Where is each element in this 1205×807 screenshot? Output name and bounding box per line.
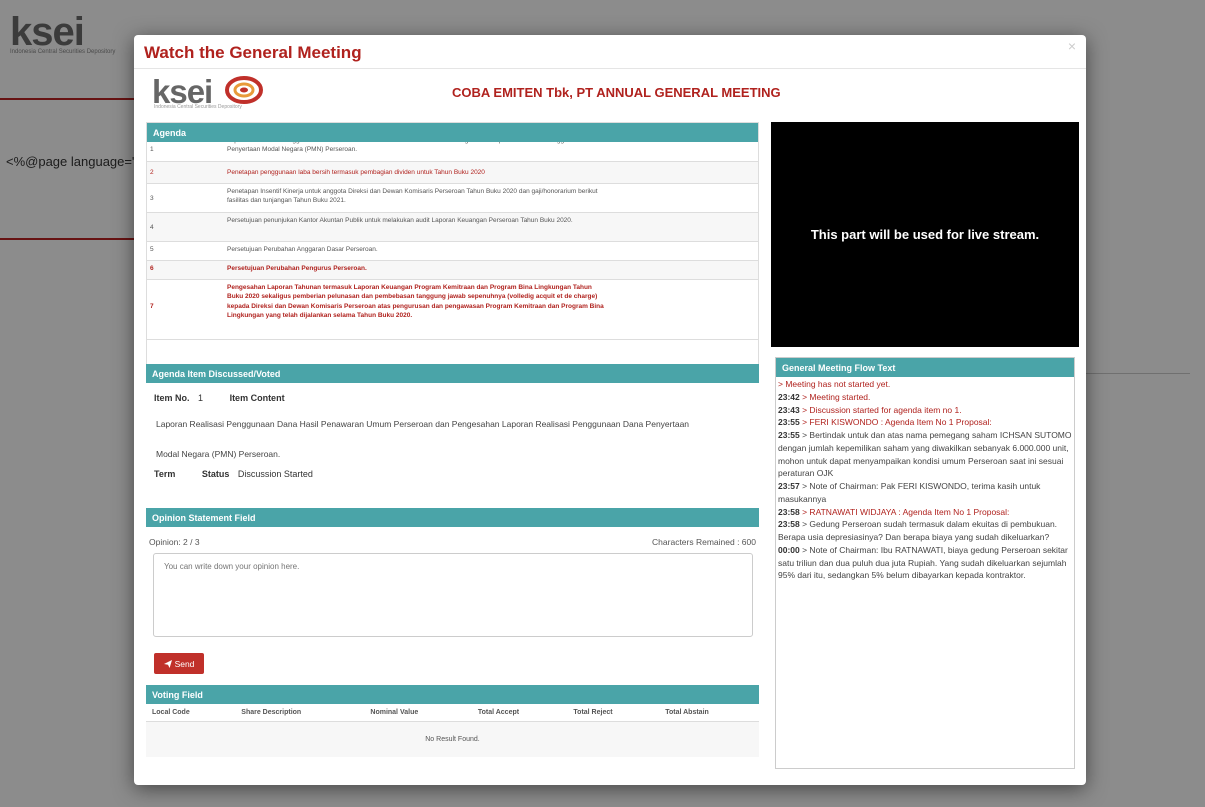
background-divider [0, 98, 150, 100]
item-no-value: 1 [198, 393, 204, 403]
agenda-row: 7 Pengesahan Laporan Tahunan termasuk La… [147, 280, 758, 340]
column-header: Total Reject [567, 704, 660, 722]
agenda-row: 4 Persetujuan penunjukan Kantor Akuntan … [147, 213, 758, 242]
status-label: Status [201, 469, 230, 479]
column-header: Nominal Value [364, 704, 472, 722]
agenda-list[interactable]: 1 Laporan Realisasi Penggunaan Dana Hasi… [147, 142, 758, 372]
background-logo: ksei Indonesia Central Securities Deposit… [10, 10, 116, 55]
flow-entry: 00:00 > Note of Chairman: Ibu RATNAWATI,… [778, 544, 1068, 581]
background-rule [1070, 373, 1190, 374]
flow-entry: 23:55 > FERI KISWONDO : Agenda Item No 1… [778, 417, 992, 428]
voting-heading: Voting Field [146, 685, 759, 704]
flow-log[interactable]: > Meeting has not started yet. 23:42 > M… [776, 377, 1074, 583]
opinion-heading: Opinion Statement Field [146, 508, 759, 527]
flow-entry: > Meeting has not started yet. [778, 379, 891, 389]
agenda-panel: Agenda 1 Laporan Realisasi Penggunaan Da… [146, 122, 759, 372]
flow-entry: 23:58 > Gedung Perseroan sudah termasuk … [778, 519, 1058, 542]
opinion-input[interactable] [153, 553, 753, 637]
item-content-label: Item Content [229, 393, 285, 403]
meeting-flow-panel: General Meeting Flow Text > Meeting has … [775, 357, 1075, 769]
agenda-row: 3 Penetapan Insentif Kinerja untuk anggo… [147, 184, 758, 213]
flow-entry: 23:58 > RATNAWATI WIDJAYA : Agenda Item … [778, 506, 1010, 517]
send-button[interactable]: Send [154, 653, 204, 674]
modal-divider [134, 68, 1086, 69]
characters-remaining: Characters Remained : 600 [652, 537, 756, 547]
background-divider [0, 238, 150, 240]
flow-heading: General Meeting Flow Text [776, 358, 1074, 377]
meeting-title: COBA EMITEN Tbk, PT ANNUAL GENERAL MEETI… [452, 85, 781, 100]
term-label: Term [154, 469, 176, 479]
close-icon[interactable]: × [1068, 38, 1076, 54]
empty-result: No Result Found. [146, 721, 759, 757]
item-row: Item No. 1 Item Content [154, 393, 751, 403]
agenda-heading: Agenda [147, 123, 758, 142]
agenda-discussed-panel: Agenda Item Discussed/Voted Item No. 1 I… [146, 364, 759, 499]
discussed-heading: Agenda Item Discussed/Voted [146, 364, 759, 383]
ksei-logo-mark-icon [225, 76, 263, 104]
column-header: Total Abstain [659, 704, 759, 722]
column-header: Total Accept [471, 704, 568, 722]
item-no-label: Item No. [154, 393, 190, 403]
modal-title: Watch the General Meeting [144, 43, 362, 62]
flow-entry: 23:55 > Bertindak untuk dan atas nama pe… [778, 430, 1072, 479]
flow-entry: 23:57 > Note of Chairman: Pak FERI KISWO… [778, 481, 1041, 504]
opinion-panel: Opinion Statement Field Opinion: 2 / 3 C… [146, 508, 759, 683]
column-header: Share Description [235, 704, 365, 722]
flow-entry: 23:42 > Meeting started. [778, 391, 871, 402]
ksei-logo: ksei Indonesia Central Securities Deposi… [152, 73, 282, 113]
opinion-count: Opinion: 2 / 3 [149, 537, 200, 547]
background-code-text: <%@page language="ja [6, 154, 147, 169]
agenda-row: 5 Persetujuan Perubahan Anggaran Dasar P… [147, 242, 758, 261]
send-icon [163, 659, 172, 668]
live-stream-area: This part will be used for live stream. [771, 122, 1079, 347]
agenda-row: 1 Laporan Realisasi Penggunaan Dana Hasi… [147, 142, 758, 162]
flow-entry: 23:43 > Discussion started for agenda it… [778, 404, 962, 415]
column-header: Local Code [146, 704, 236, 722]
watch-meeting-modal: Watch the General Meeting × ksei Indones… [134, 35, 1086, 785]
voting-table: Local Code Share Description Nominal Val… [146, 704, 759, 757]
status-value: Discussion Started [237, 469, 313, 479]
item-content-text: Laporan Realisasi Penggunaan Dana Hasil … [156, 419, 690, 459]
agenda-row: 6 Persetujuan Perubahan Pengurus Persero… [147, 261, 758, 280]
agenda-row: 2 Penetapan penggunaan laba bersih terma… [147, 162, 758, 184]
voting-panel: Voting Field Local Code Share Descriptio… [146, 685, 759, 785]
